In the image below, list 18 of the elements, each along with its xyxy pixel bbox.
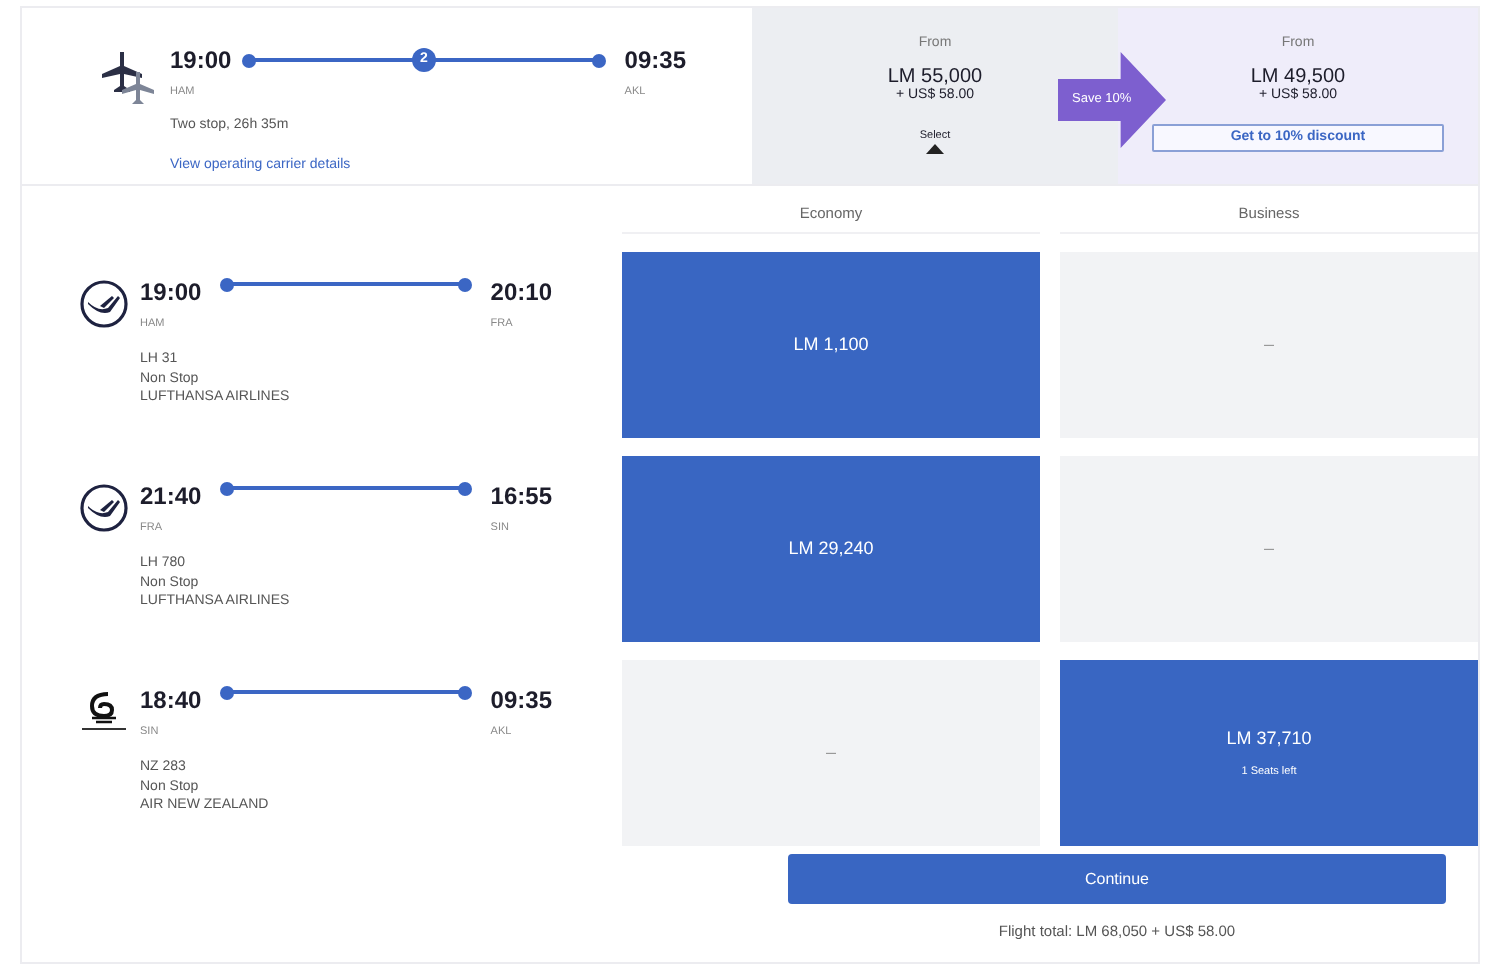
fare-cell[interactable]: LM 1,100 [622,252,1040,438]
departure-time: 18:40 [140,688,202,712]
caret-up-icon [926,144,944,155]
continue-button[interactable]: Continue [788,854,1446,904]
fare-cell[interactable]: LM 29,240 [622,456,1040,642]
departure-time: 19:00 [140,280,202,304]
swirl-logo-icon [80,688,128,732]
arrival-time: 20:10 [490,280,552,304]
departure-time: 19:00 [170,48,232,72]
fare-price: LM 55,000 [887,65,983,87]
arrival-time: 16:55 [490,484,552,508]
planes-icon [98,48,158,108]
bird-circle-icon [80,484,128,532]
departure-time: 21:40 [140,484,202,508]
bird-circle-icon [80,280,128,328]
arrival-time: 09:35 [490,688,552,712]
fare-price: LM 49,500 [1250,65,1346,87]
arrival-time: 09:35 [624,48,686,72]
